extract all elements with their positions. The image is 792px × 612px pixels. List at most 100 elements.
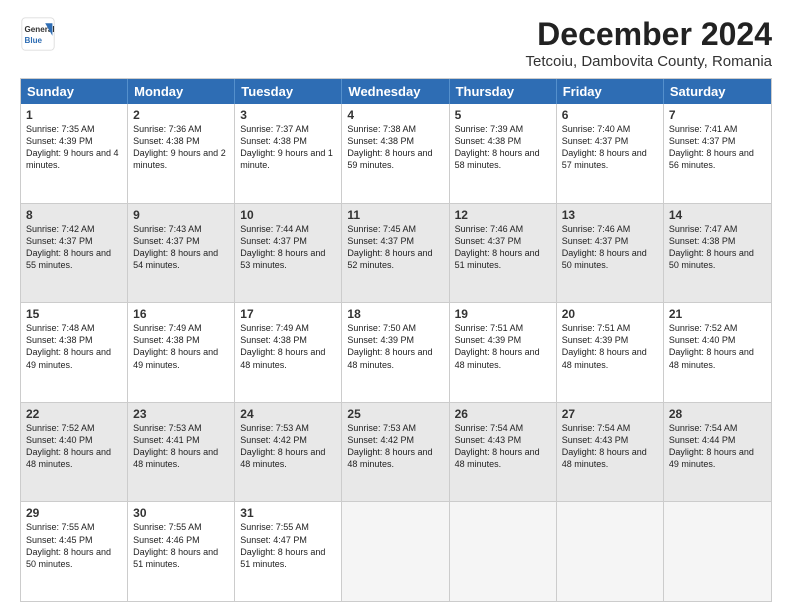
cal-cell: 12Sunrise: 7:46 AMSunset: 4:37 PMDayligh… xyxy=(450,204,557,303)
day-number: 11 xyxy=(347,208,443,222)
day-number: 20 xyxy=(562,307,658,321)
cell-info: Sunrise: 7:54 AMSunset: 4:43 PMDaylight:… xyxy=(455,422,551,471)
cell-info: Sunrise: 7:54 AMSunset: 4:43 PMDaylight:… xyxy=(562,422,658,471)
day-number: 4 xyxy=(347,108,443,122)
cell-info: Sunrise: 7:51 AMSunset: 4:39 PMDaylight:… xyxy=(455,322,551,371)
cal-header-cell: Wednesday xyxy=(342,79,449,104)
cal-cell: 25Sunrise: 7:53 AMSunset: 4:42 PMDayligh… xyxy=(342,403,449,502)
cal-week: 15Sunrise: 7:48 AMSunset: 4:38 PMDayligh… xyxy=(21,303,771,403)
day-number: 25 xyxy=(347,407,443,421)
cal-cell: 28Sunrise: 7:54 AMSunset: 4:44 PMDayligh… xyxy=(664,403,771,502)
day-number: 6 xyxy=(562,108,658,122)
cal-week: 29Sunrise: 7:55 AMSunset: 4:45 PMDayligh… xyxy=(21,502,771,601)
cal-week: 22Sunrise: 7:52 AMSunset: 4:40 PMDayligh… xyxy=(21,403,771,503)
logo: General Blue xyxy=(20,16,56,52)
cell-info: Sunrise: 7:37 AMSunset: 4:38 PMDaylight:… xyxy=(240,123,336,172)
cal-cell: 6Sunrise: 7:40 AMSunset: 4:37 PMDaylight… xyxy=(557,104,664,203)
cal-cell: 2Sunrise: 7:36 AMSunset: 4:38 PMDaylight… xyxy=(128,104,235,203)
cell-info: Sunrise: 7:55 AMSunset: 4:47 PMDaylight:… xyxy=(240,521,336,570)
cell-info: Sunrise: 7:36 AMSunset: 4:38 PMDaylight:… xyxy=(133,123,229,172)
day-number: 10 xyxy=(240,208,336,222)
cal-cell: 20Sunrise: 7:51 AMSunset: 4:39 PMDayligh… xyxy=(557,303,664,402)
cell-info: Sunrise: 7:38 AMSunset: 4:38 PMDaylight:… xyxy=(347,123,443,172)
cell-info: Sunrise: 7:46 AMSunset: 4:37 PMDaylight:… xyxy=(562,223,658,272)
cell-info: Sunrise: 7:42 AMSunset: 4:37 PMDaylight:… xyxy=(26,223,122,272)
cal-cell: 17Sunrise: 7:49 AMSunset: 4:38 PMDayligh… xyxy=(235,303,342,402)
day-number: 15 xyxy=(26,307,122,321)
cell-info: Sunrise: 7:49 AMSunset: 4:38 PMDaylight:… xyxy=(133,322,229,371)
cell-info: Sunrise: 7:40 AMSunset: 4:37 PMDaylight:… xyxy=(562,123,658,172)
calendar: SundayMondayTuesdayWednesdayThursdayFrid… xyxy=(20,78,772,602)
cal-cell: 31Sunrise: 7:55 AMSunset: 4:47 PMDayligh… xyxy=(235,502,342,601)
day-number: 27 xyxy=(562,407,658,421)
cal-cell: 18Sunrise: 7:50 AMSunset: 4:39 PMDayligh… xyxy=(342,303,449,402)
cell-info: Sunrise: 7:45 AMSunset: 4:37 PMDaylight:… xyxy=(347,223,443,272)
title-block: December 2024 Tetcoiu, Dambovita County,… xyxy=(525,16,772,70)
cell-info: Sunrise: 7:52 AMSunset: 4:40 PMDaylight:… xyxy=(669,322,766,371)
cal-cell: 10Sunrise: 7:44 AMSunset: 4:37 PMDayligh… xyxy=(235,204,342,303)
cal-header-cell: Monday xyxy=(128,79,235,104)
day-number: 19 xyxy=(455,307,551,321)
cal-cell xyxy=(342,502,449,601)
page: General Blue December 2024 Tetcoiu, Damb… xyxy=(0,0,792,612)
cal-cell: 19Sunrise: 7:51 AMSunset: 4:39 PMDayligh… xyxy=(450,303,557,402)
day-number: 5 xyxy=(455,108,551,122)
day-number: 12 xyxy=(455,208,551,222)
cell-info: Sunrise: 7:43 AMSunset: 4:37 PMDaylight:… xyxy=(133,223,229,272)
cell-info: Sunrise: 7:53 AMSunset: 4:41 PMDaylight:… xyxy=(133,422,229,471)
cal-header-cell: Saturday xyxy=(664,79,771,104)
cal-cell: 5Sunrise: 7:39 AMSunset: 4:38 PMDaylight… xyxy=(450,104,557,203)
page-subtitle: Tetcoiu, Dambovita County, Romania xyxy=(525,53,772,70)
day-number: 23 xyxy=(133,407,229,421)
cell-info: Sunrise: 7:53 AMSunset: 4:42 PMDaylight:… xyxy=(347,422,443,471)
day-number: 28 xyxy=(669,407,766,421)
cal-cell xyxy=(450,502,557,601)
cell-info: Sunrise: 7:51 AMSunset: 4:39 PMDaylight:… xyxy=(562,322,658,371)
day-number: 3 xyxy=(240,108,336,122)
cal-cell: 23Sunrise: 7:53 AMSunset: 4:41 PMDayligh… xyxy=(128,403,235,502)
cell-info: Sunrise: 7:46 AMSunset: 4:37 PMDaylight:… xyxy=(455,223,551,272)
cell-info: Sunrise: 7:39 AMSunset: 4:38 PMDaylight:… xyxy=(455,123,551,172)
day-number: 29 xyxy=(26,506,122,520)
cal-cell xyxy=(557,502,664,601)
day-number: 2 xyxy=(133,108,229,122)
cal-cell: 7Sunrise: 7:41 AMSunset: 4:37 PMDaylight… xyxy=(664,104,771,203)
cell-info: Sunrise: 7:55 AMSunset: 4:46 PMDaylight:… xyxy=(133,521,229,570)
cal-cell: 22Sunrise: 7:52 AMSunset: 4:40 PMDayligh… xyxy=(21,403,128,502)
day-number: 13 xyxy=(562,208,658,222)
day-number: 30 xyxy=(133,506,229,520)
cell-info: Sunrise: 7:50 AMSunset: 4:39 PMDaylight:… xyxy=(347,322,443,371)
cal-header-cell: Tuesday xyxy=(235,79,342,104)
day-number: 9 xyxy=(133,208,229,222)
cal-cell: 8Sunrise: 7:42 AMSunset: 4:37 PMDaylight… xyxy=(21,204,128,303)
day-number: 14 xyxy=(669,208,766,222)
day-number: 26 xyxy=(455,407,551,421)
cal-cell: 11Sunrise: 7:45 AMSunset: 4:37 PMDayligh… xyxy=(342,204,449,303)
cal-cell: 14Sunrise: 7:47 AMSunset: 4:38 PMDayligh… xyxy=(664,204,771,303)
calendar-header: SundayMondayTuesdayWednesdayThursdayFrid… xyxy=(21,79,771,104)
cell-info: Sunrise: 7:53 AMSunset: 4:42 PMDaylight:… xyxy=(240,422,336,471)
cell-info: Sunrise: 7:41 AMSunset: 4:37 PMDaylight:… xyxy=(669,123,766,172)
cal-cell: 21Sunrise: 7:52 AMSunset: 4:40 PMDayligh… xyxy=(664,303,771,402)
cal-cell: 13Sunrise: 7:46 AMSunset: 4:37 PMDayligh… xyxy=(557,204,664,303)
cell-info: Sunrise: 7:47 AMSunset: 4:38 PMDaylight:… xyxy=(669,223,766,272)
cal-cell: 16Sunrise: 7:49 AMSunset: 4:38 PMDayligh… xyxy=(128,303,235,402)
day-number: 16 xyxy=(133,307,229,321)
page-title: December 2024 xyxy=(525,16,772,53)
cal-header-cell: Sunday xyxy=(21,79,128,104)
cell-info: Sunrise: 7:55 AMSunset: 4:45 PMDaylight:… xyxy=(26,521,122,570)
cal-cell: 27Sunrise: 7:54 AMSunset: 4:43 PMDayligh… xyxy=(557,403,664,502)
cal-header-cell: Thursday xyxy=(450,79,557,104)
day-number: 17 xyxy=(240,307,336,321)
day-number: 18 xyxy=(347,307,443,321)
cal-week: 8Sunrise: 7:42 AMSunset: 4:37 PMDaylight… xyxy=(21,204,771,304)
day-number: 1 xyxy=(26,108,122,122)
logo-icon: General Blue xyxy=(20,16,56,52)
header: General Blue December 2024 Tetcoiu, Damb… xyxy=(20,16,772,70)
cell-info: Sunrise: 7:54 AMSunset: 4:44 PMDaylight:… xyxy=(669,422,766,471)
cal-cell: 9Sunrise: 7:43 AMSunset: 4:37 PMDaylight… xyxy=(128,204,235,303)
calendar-body: 1Sunrise: 7:35 AMSunset: 4:39 PMDaylight… xyxy=(21,104,771,601)
cal-cell: 30Sunrise: 7:55 AMSunset: 4:46 PMDayligh… xyxy=(128,502,235,601)
cal-cell: 4Sunrise: 7:38 AMSunset: 4:38 PMDaylight… xyxy=(342,104,449,203)
cell-info: Sunrise: 7:49 AMSunset: 4:38 PMDaylight:… xyxy=(240,322,336,371)
